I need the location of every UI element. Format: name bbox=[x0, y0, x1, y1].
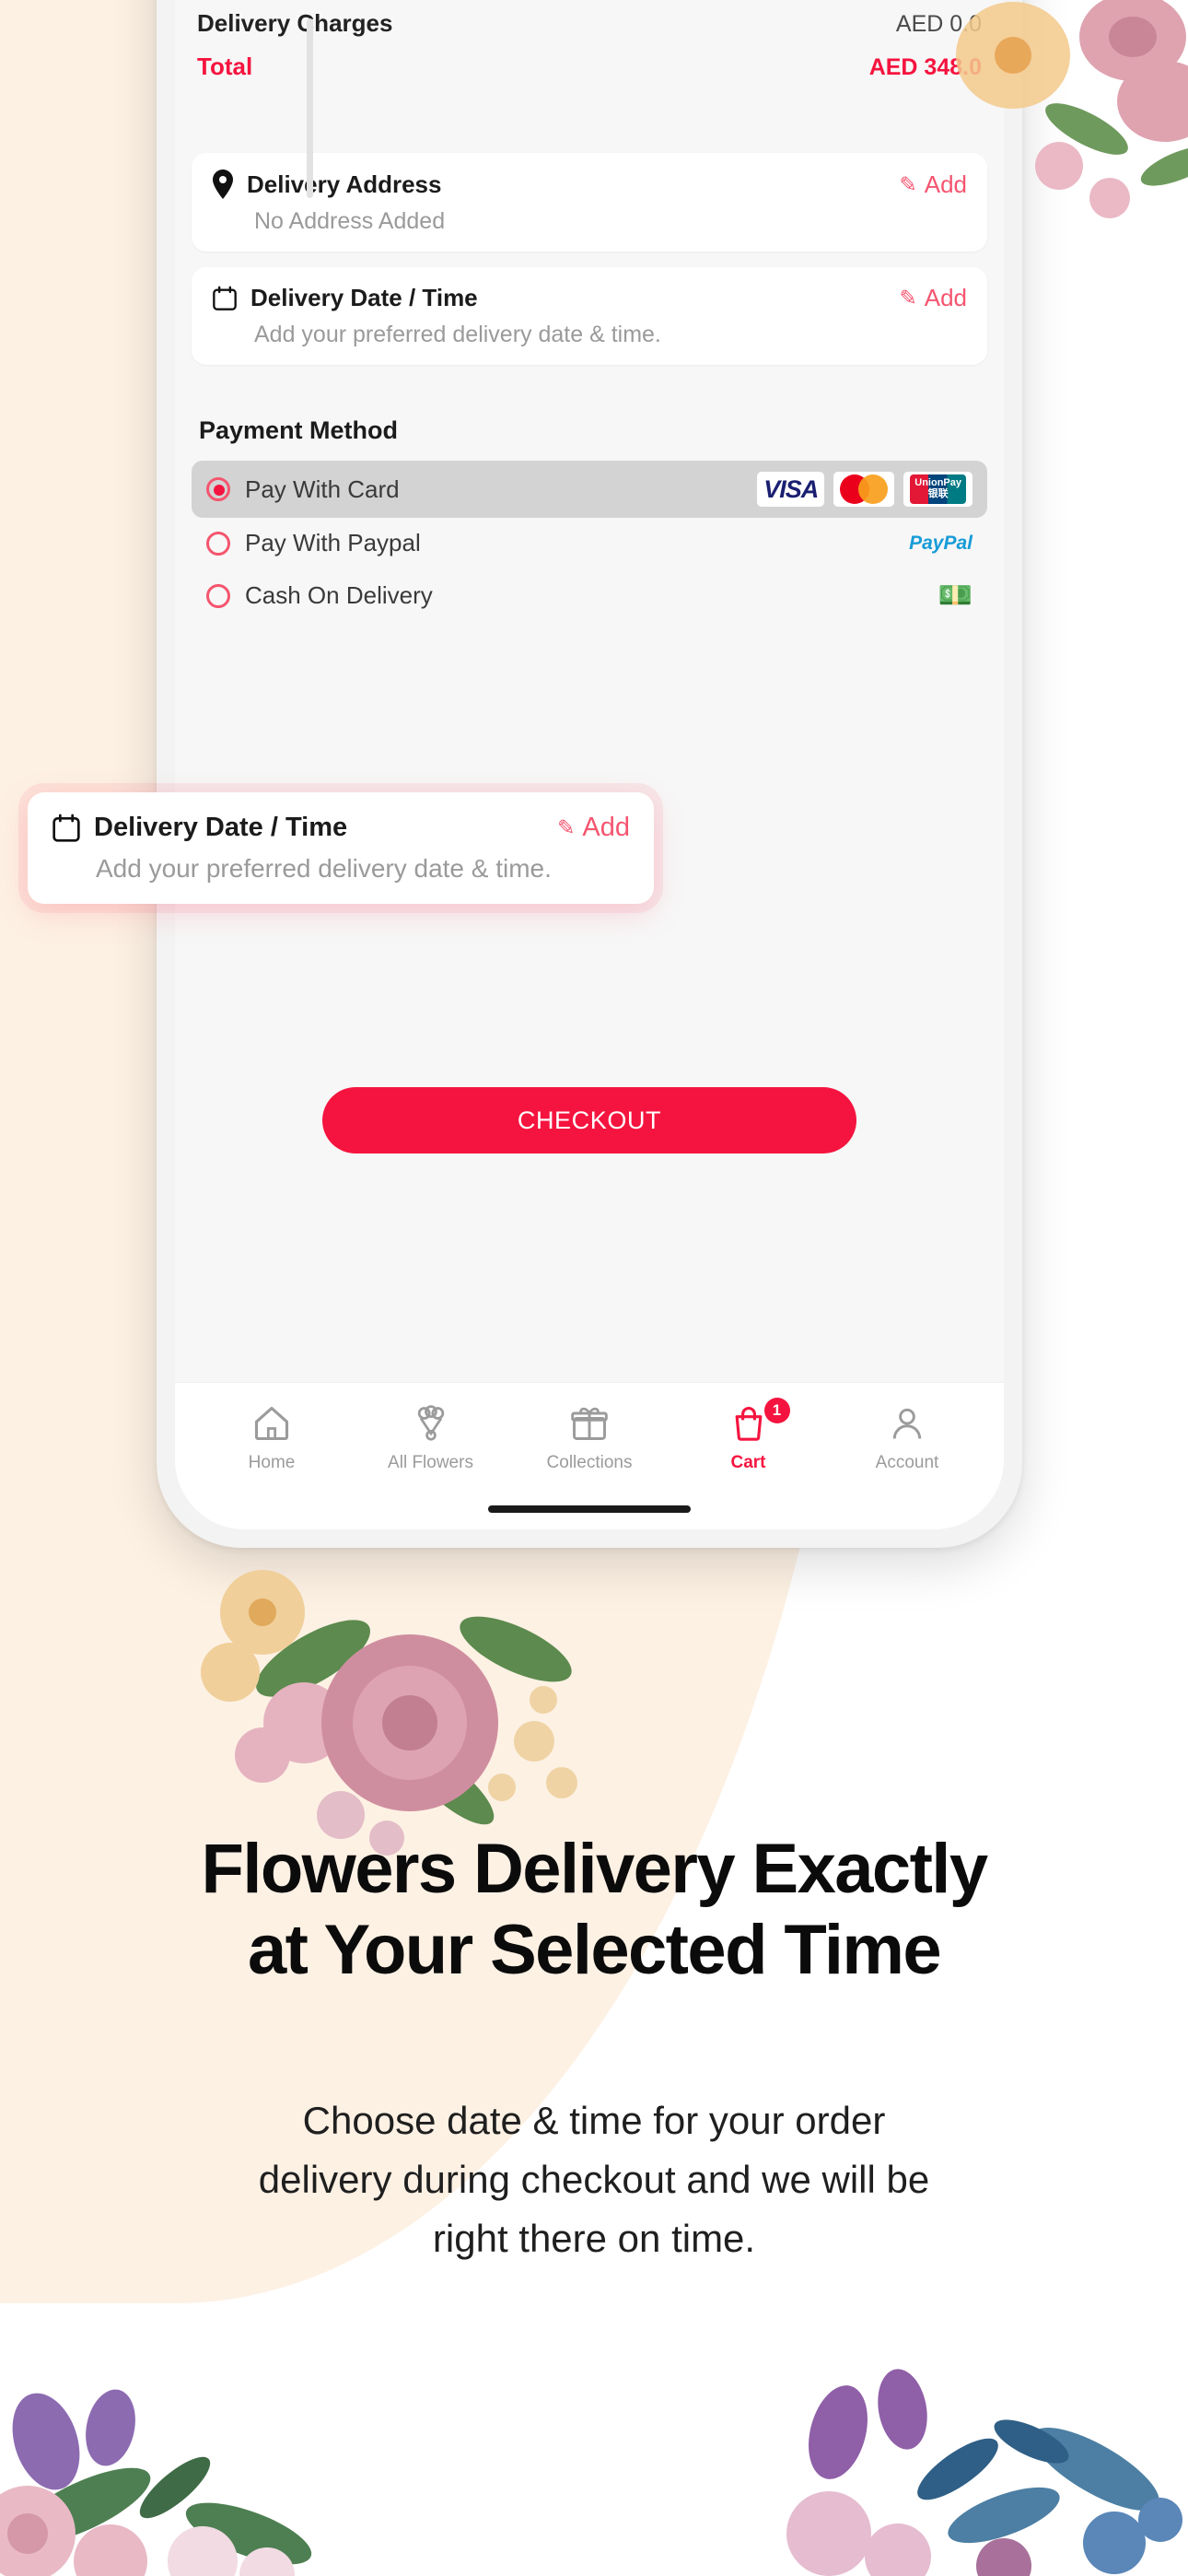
radio-unselected-icon[interactable] bbox=[206, 583, 230, 608]
highlight-title: Delivery Date / Time bbox=[94, 813, 348, 842]
cart-icon bbox=[735, 1406, 762, 1441]
highlighted-delivery-datetime-card[interactable]: Delivery Date / Time ✎ Add Add your pref… bbox=[28, 792, 654, 904]
nav-label-home: Home bbox=[248, 1453, 296, 1472]
headline-line-1: Flowers Delivery Exactly bbox=[201, 1830, 989, 1908]
calendar-icon bbox=[52, 814, 80, 842]
delivery-datetime-card[interactable]: Delivery Date / Time ✎ Add Add your pref… bbox=[192, 267, 987, 365]
highlight-add-label: Add bbox=[582, 813, 630, 842]
pencil-icon: ✎ bbox=[899, 286, 917, 310]
highlight-add-button[interactable]: ✎ Add bbox=[557, 813, 630, 843]
payment-option-paypal[interactable]: Pay With Paypal PayPal bbox=[192, 518, 987, 568]
delivery-charges-label: Delivery Charges bbox=[197, 9, 393, 37]
nav-label-account: Account bbox=[875, 1453, 939, 1472]
headline-line-2: at Your Selected Time bbox=[247, 1911, 942, 1990]
nav-label-collections: Collections bbox=[546, 1453, 633, 1472]
card-logos: VISA UnionPay 银联 bbox=[757, 472, 973, 507]
nav-item-all-flowers[interactable]: All Flowers bbox=[362, 1403, 500, 1473]
payment-option-paypal-label: Pay With Paypal bbox=[245, 529, 421, 556]
delivery-address-title: Delivery Address bbox=[247, 170, 442, 198]
delivery-datetime-title: Delivery Date / Time bbox=[250, 284, 478, 311]
nav-item-home[interactable]: Home bbox=[203, 1403, 341, 1473]
total-label: Total bbox=[197, 53, 253, 80]
delivery-datetime-add-button[interactable]: ✎ Add bbox=[899, 284, 967, 312]
payment-option-cod[interactable]: Cash On Delivery 💵 bbox=[192, 568, 987, 623]
payment-method-list: Pay With Card VISA UnionPay 银联 Pay With … bbox=[192, 461, 987, 623]
delivery-datetime-header: Delivery Date / Time ✎ Add bbox=[212, 284, 967, 312]
payment-option-cod-label: Cash On Delivery bbox=[245, 581, 433, 609]
pencil-icon: ✎ bbox=[899, 171, 917, 196]
payment-option-card[interactable]: Pay With Card VISA UnionPay 银联 bbox=[192, 461, 987, 518]
subcopy-line-1: Choose date & time for your order bbox=[302, 2099, 886, 2142]
payment-method-heading: Payment Method bbox=[199, 416, 399, 444]
highlight-header: Delivery Date / Time ✎ Add bbox=[52, 813, 630, 843]
highlight-subtitle: Add your preferred delivery date & time. bbox=[96, 854, 552, 883]
cash-icon: 💵 bbox=[938, 580, 973, 611]
checkout-button[interactable]: CHECKOUT bbox=[322, 1087, 856, 1153]
nav-label-all-flowers: All Flowers bbox=[388, 1453, 473, 1472]
pencil-icon: ✎ bbox=[557, 815, 576, 839]
subcopy-line-3: right there on time. bbox=[432, 2216, 756, 2260]
delivery-address-subtitle: No Address Added bbox=[254, 208, 446, 234]
location-pin-icon bbox=[213, 170, 233, 199]
nav-label-cart: Cart bbox=[730, 1453, 766, 1472]
phone-mockup: Sweet Heart Red Box AED 348.0 AED 400.0 … bbox=[157, 0, 1022, 1548]
delivery-charges-value: AED 0.0 bbox=[895, 11, 982, 37]
nav-item-account[interactable]: Account bbox=[838, 1403, 976, 1473]
delivery-datetime-add-label: Add bbox=[924, 284, 967, 311]
mastercard-logo bbox=[833, 472, 895, 507]
delivery-datetime-subtitle: Add your preferred delivery date & time. bbox=[254, 322, 661, 347]
gift-icon bbox=[571, 1407, 608, 1440]
delivery-address-add-label: Add bbox=[924, 170, 967, 198]
cart-screen: Sweet Heart Red Box AED 348.0 AED 400.0 … bbox=[175, 0, 1004, 1529]
phone-screen: Sweet Heart Red Box AED 348.0 AED 400.0 … bbox=[175, 0, 1004, 1529]
person-icon bbox=[892, 1408, 922, 1439]
cart-badge: 1 bbox=[763, 1398, 790, 1423]
visa-logo: VISA bbox=[757, 472, 825, 507]
paypal-logo: PayPal bbox=[909, 532, 973, 554]
flower-decoration-bottom-left bbox=[0, 2389, 312, 2576]
screenshot-stage: Sweet Heart Red Box AED 348.0 AED 400.0 … bbox=[0, 0, 1188, 2576]
calendar-icon bbox=[213, 286, 237, 310]
radio-unselected-icon[interactable] bbox=[206, 531, 230, 556]
total-value: AED 348.0 bbox=[868, 54, 982, 80]
delivery-address-header: Delivery Address ✎ Add bbox=[212, 170, 967, 199]
page-title: Flowers Delivery Exactly at Your Selecte… bbox=[0, 1829, 1188, 1991]
home-indicator bbox=[488, 1505, 691, 1513]
phone-side-button-lower bbox=[307, 18, 313, 198]
page-subtitle: Choose date & time for your order delive… bbox=[111, 2091, 1077, 2267]
bouquet-icon bbox=[417, 1405, 444, 1441]
delivery-address-add-button[interactable]: ✎ Add bbox=[899, 170, 967, 199]
nav-item-cart[interactable]: 1 Cart bbox=[680, 1398, 818, 1473]
payment-option-card-label: Pay With Card bbox=[245, 474, 400, 503]
flower-decoration-bottom-right bbox=[786, 2369, 1182, 2576]
subcopy-line-2: delivery during checkout and we will be bbox=[258, 2157, 930, 2201]
unionpay-logo: UnionPay 银联 bbox=[903, 472, 973, 507]
nav-item-collections[interactable]: Collections bbox=[520, 1403, 658, 1473]
radio-selected-icon[interactable] bbox=[206, 477, 230, 501]
home-icon bbox=[254, 1406, 289, 1441]
